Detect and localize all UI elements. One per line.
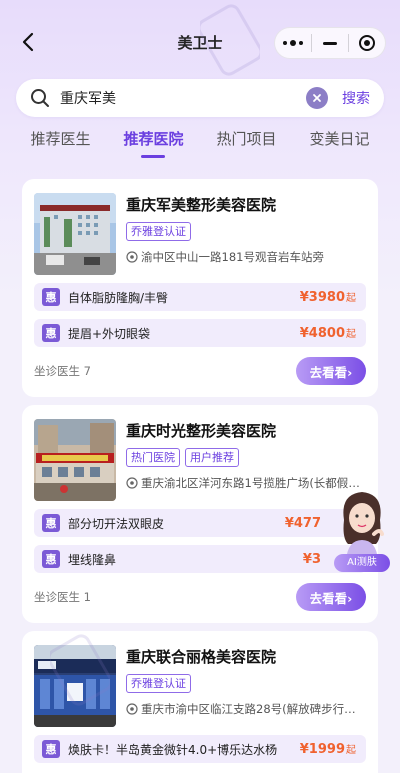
search-bar: 重庆军美 搜索	[16, 79, 384, 117]
project-price: ¥477	[284, 515, 321, 531]
project-name: 焕肤卡！半岛黄金微针4.0+博乐达水杨	[68, 742, 278, 757]
search-input[interactable]: 重庆军美	[60, 88, 306, 108]
hospital-name: 重庆联合丽格美容医院	[126, 648, 277, 666]
category-tabs: 推荐医生 推荐医院 热门项目 变美日记	[0, 128, 400, 162]
project-item[interactable]: 惠 部分切开法双眼皮 ¥477	[34, 509, 366, 537]
project-name: 自体脂肪隆胸/丰臀	[68, 290, 169, 305]
doctor-count: 坐诊医生 7	[34, 364, 91, 378]
hospital-card[interactable]: 重庆军美整形美容医院 乔雅登认证 渝中区中山一路181号观音岩车站旁 惠 自体脂…	[22, 179, 378, 397]
minimize-button[interactable]	[312, 28, 348, 58]
hospital-tag: 用户推荐	[185, 448, 239, 467]
location-pin-icon	[126, 251, 138, 263]
project-name: 埋线隆鼻	[68, 552, 117, 567]
more-dots-icon	[283, 40, 303, 46]
hospital-card[interactable]: 重庆联合丽格美容医院 乔雅登认证 重庆市渝中区临江支路28号(解放碑步行街王..…	[22, 631, 378, 773]
ai-skin-test-float[interactable]: AI测肤	[332, 484, 392, 572]
discount-badge: 惠	[42, 740, 60, 758]
project-name: 部分切开法双眼皮	[68, 516, 165, 531]
hospital-name: 重庆军美整形美容医院	[126, 196, 277, 214]
hospital-name: 重庆时光整形美容医院	[126, 422, 277, 440]
discount-badge: 惠	[42, 514, 60, 532]
hospital-card[interactable]: 重庆时光整形美容医院 热门医院 用户推荐 重庆渝北区洋河东路1号揽胜广场(长都假…	[22, 405, 378, 623]
discount-badge: 惠	[42, 324, 60, 342]
doctor-count: 坐诊医生 1	[34, 590, 91, 604]
discount-badge: 惠	[42, 288, 60, 306]
hospital-address: 重庆市渝中区临江支路28号(解放碑步行街王...	[141, 702, 366, 716]
ai-skin-test-label: AI测肤	[334, 554, 390, 572]
target-close-icon	[359, 35, 375, 51]
project-price: ¥3	[302, 551, 321, 567]
location-pin-icon	[126, 703, 138, 715]
project-item[interactable]: 惠 埋线隆鼻 ¥3	[34, 545, 366, 573]
location-pin-icon	[126, 477, 138, 489]
tab-hot-projects[interactable]: 热门项目	[216, 128, 276, 156]
hospital-photo	[34, 193, 116, 275]
project-item[interactable]: 惠 提眉+外切眼袋 ¥4800起	[34, 319, 366, 347]
project-item[interactable]: 惠 自体脂肪隆胸/丰臀 ¥3980起	[34, 283, 366, 311]
project-price: ¥4800起	[299, 326, 356, 341]
mini-program-capsule	[274, 27, 386, 59]
project-price: ¥1999起	[299, 742, 356, 757]
clear-icon	[313, 94, 321, 102]
minimize-icon	[323, 41, 337, 45]
search-icon	[31, 89, 49, 107]
project-name: 提眉+外切眼袋	[68, 326, 151, 341]
hospital-tag: 热门医院	[126, 448, 180, 467]
project-price: ¥3980起	[299, 290, 356, 305]
close-button[interactable]	[349, 28, 385, 58]
clear-search-button[interactable]	[306, 87, 328, 109]
hospital-address: 渝中区中山一路181号观音岩车站旁	[141, 250, 324, 264]
nav-bar: 美卫士	[0, 0, 400, 84]
ai-avatar-icon	[343, 492, 384, 560]
more-button[interactable]	[275, 28, 311, 58]
tab-beauty-diary[interactable]: 变美日记	[309, 128, 369, 156]
tab-recommended-doctors[interactable]: 推荐医生	[30, 128, 90, 156]
hospital-photo	[34, 419, 116, 501]
hospital-tag: 乔雅登认证	[126, 222, 191, 241]
view-hospital-button[interactable]: 去看看›	[296, 357, 366, 385]
hospital-photo	[34, 645, 116, 727]
view-hospital-button[interactable]: 去看看›	[296, 583, 366, 611]
tab-recommended-hospitals[interactable]: 推荐医院	[123, 128, 184, 158]
hospital-tag: 乔雅登认证	[126, 674, 191, 693]
search-button[interactable]: 搜索	[342, 88, 370, 108]
discount-badge: 惠	[42, 550, 60, 568]
project-item[interactable]: 惠 焕肤卡！半岛黄金微针4.0+博乐达水杨 ¥1999起	[34, 735, 366, 763]
